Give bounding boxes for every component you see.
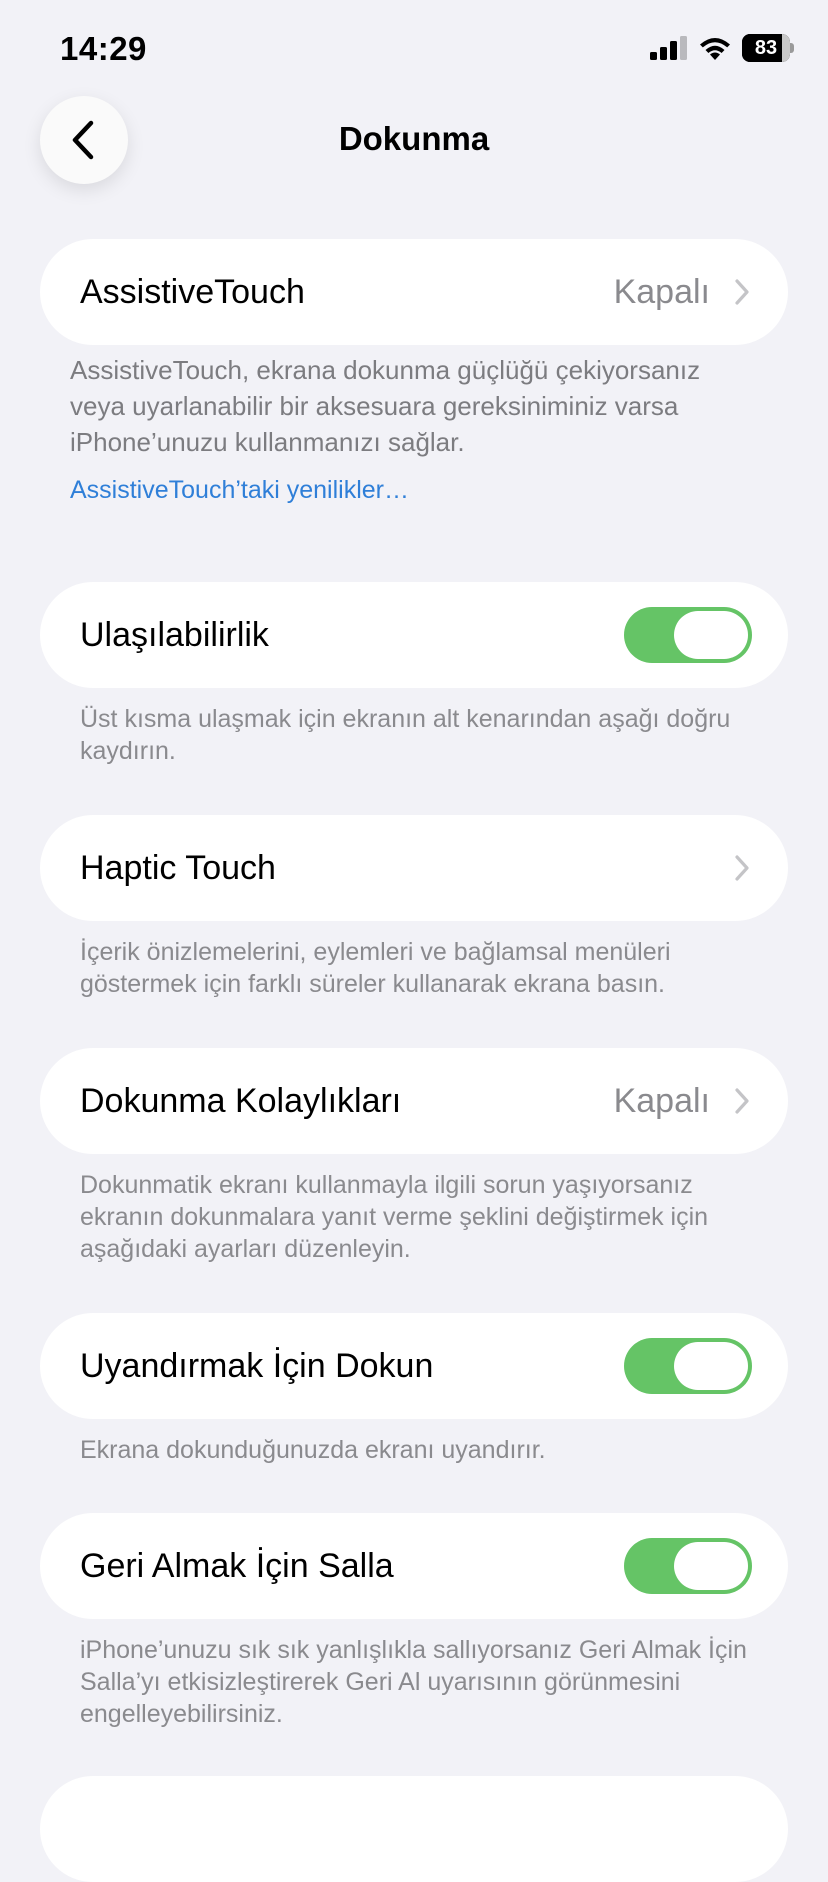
row-haptic-touch[interactable]: Haptic Touch [40,815,788,921]
tap-to-wake-toggle[interactable] [624,1338,752,1394]
row-assistive-touch[interactable]: AssistiveTouch Kapalı [40,239,788,345]
status-time: 14:29 [60,30,147,67]
row-shake-to-undo: Geri Almak İçin Salla [40,1513,788,1619]
chevron-right-icon [735,1088,749,1114]
row-label: Geri Almak İçin Salla [80,1547,394,1585]
assistive-touch-footer: AssistiveTouch, ekrana dokunma güçlüğü ç… [70,355,701,457]
battery-percent: 83 [754,37,778,59]
row-label: AssistiveTouch [80,273,305,311]
row-value: Kapalı [613,1082,710,1120]
row-label: Ulaşılabilirlik [80,616,269,654]
status-bar: 14:29 83 [0,0,828,100]
touch-accommodations-footer: Dokunmatik ekranı kullanmayla ilgili sor… [80,1171,709,1263]
reachability-toggle[interactable] [624,607,752,663]
assistive-touch-whats-new-link[interactable]: AssistiveTouch’taki yenilikler… [70,476,409,505]
reachability-footer: Üst kısma ulaşmak için ekranın alt kenar… [80,705,731,765]
row-label: Dokunma Kolaylıkları [80,1082,402,1120]
page-title: Dokunma [338,120,490,157]
chevron-right-icon [735,855,749,881]
chevron-right-icon [735,279,749,305]
row-tap-to-wake: Uyandırmak İçin Dokun [40,1313,788,1419]
wifi-icon [700,38,730,60]
row-label: Haptic Touch [80,849,276,887]
cellular-signal-icon [650,36,687,60]
tap-to-wake-footer: Ekrana dokunduğunuzda ekranı uyandırır. [80,1436,546,1464]
battery-icon: 83 [742,34,794,62]
row-touch-accommodations[interactable]: Dokunma Kolaylıkları Kapalı [40,1048,788,1154]
row-reachability: Ulaşılabilirlik [40,582,788,688]
shake-to-undo-footer: iPhone’unuzu sık sık yanlışlıkla sallıyo… [80,1636,747,1728]
row-label: Uyandırmak İçin Dokun [80,1347,434,1385]
shake-to-undo-toggle[interactable] [624,1538,752,1594]
haptic-touch-footer: İçerik önizlemelerini, eylemleri ve bağl… [80,938,671,998]
status-icons: 83 [650,34,794,62]
row-value: Kapalı [613,273,710,311]
